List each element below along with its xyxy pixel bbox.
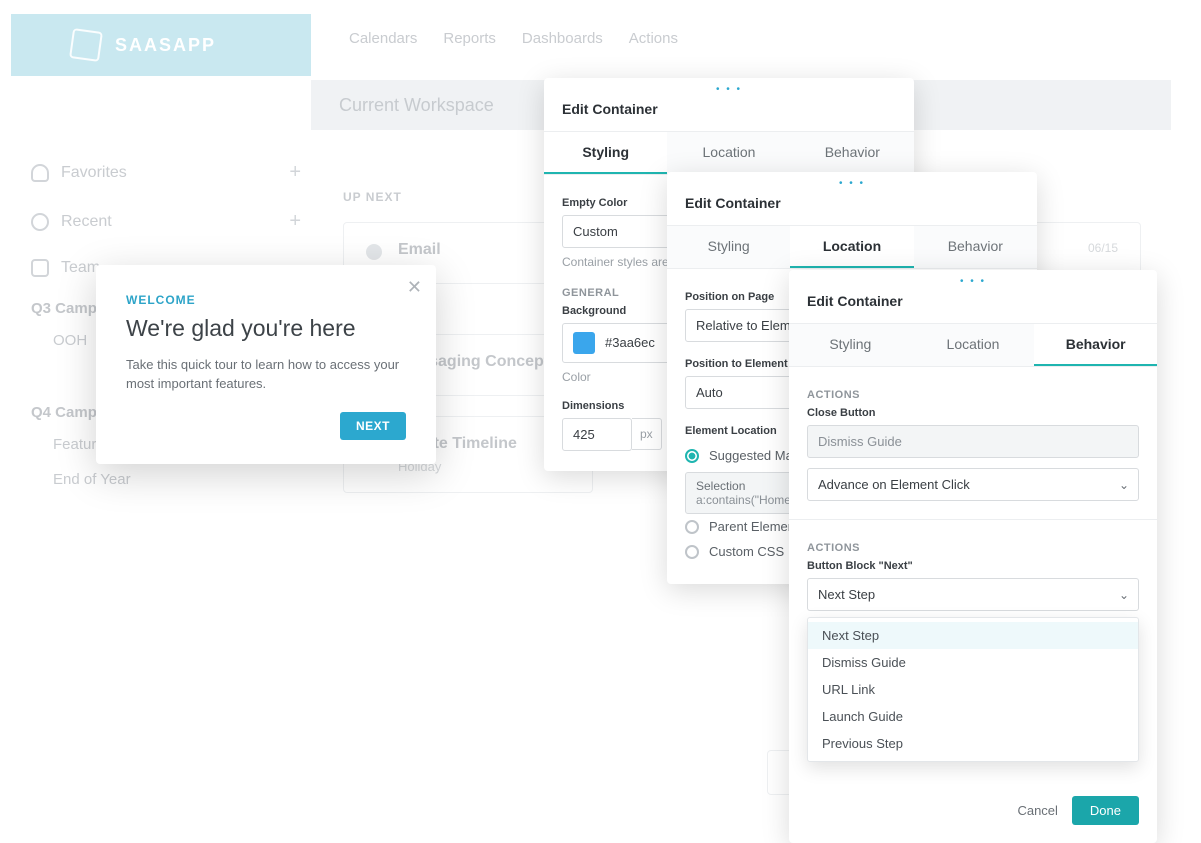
dropdown-item[interactable]: URL Link	[808, 676, 1138, 703]
dropdown-item[interactable]: Launch Guide	[808, 703, 1138, 730]
tab-behavior[interactable]: Behavior	[791, 132, 914, 174]
dropdown-item[interactable]: Next Step	[808, 622, 1138, 649]
drag-handle-icon[interactable]: • • •	[667, 172, 1037, 191]
tab-styling[interactable]: Styling	[667, 226, 790, 268]
color-swatch-icon[interactable]	[573, 332, 595, 354]
sidebar-favorites-label: Favorites	[61, 164, 127, 182]
heart-icon	[31, 164, 49, 182]
cancel-button[interactable]: Cancel	[1017, 803, 1057, 818]
sidebar-recent-label: Recent	[61, 213, 112, 231]
nav-reports[interactable]: Reports	[443, 30, 496, 47]
plus-icon[interactable]: +	[289, 161, 301, 184]
tab-location[interactable]: Location	[667, 132, 790, 174]
status-dot-icon	[366, 244, 382, 260]
section-actions: ACTIONS	[807, 542, 1139, 554]
close-button-label: Close Button	[807, 407, 1139, 419]
tab-location[interactable]: Location	[790, 226, 913, 268]
drag-handle-icon[interactable]: • • •	[789, 270, 1157, 289]
panel-title: Edit Container	[667, 191, 1037, 225]
dropdown-item[interactable]: Dismiss Guide	[808, 649, 1138, 676]
panel-title: Edit Container	[789, 289, 1157, 323]
close-button-value[interactable]	[807, 425, 1139, 458]
drag-handle-icon[interactable]: • • •	[544, 78, 914, 97]
logo-icon	[69, 28, 103, 62]
top-nav: Calendars Reports Dashboards Actions	[349, 30, 678, 47]
close-icon[interactable]: ✕	[407, 277, 422, 298]
button-block-label: Button Block "Next"	[807, 560, 1139, 572]
tab-behavior[interactable]: Behavior	[1034, 324, 1157, 366]
sidebar-team-label: Team	[61, 259, 100, 277]
edit-container-panel-behavior: • • • Edit Container Styling Location Be…	[789, 270, 1157, 843]
nav-actions[interactable]: Actions	[629, 30, 678, 47]
logo-bar: SAASAPP	[11, 14, 311, 76]
background-value: #3aa6ec	[605, 335, 655, 350]
team-icon	[31, 259, 49, 277]
plus-icon[interactable]: +	[289, 210, 301, 233]
radio-icon	[685, 545, 699, 559]
section-actions: ACTIONS	[807, 389, 1139, 401]
next-button[interactable]: NEXT	[340, 412, 406, 440]
radio-icon	[685, 520, 699, 534]
welcome-eyebrow: WELCOME	[126, 293, 406, 307]
sidebar-favorites[interactable]: Favorites +	[31, 148, 301, 197]
advance-select[interactable]	[807, 468, 1139, 501]
nav-dashboards[interactable]: Dashboards	[522, 30, 603, 47]
dropdown-item[interactable]: Previous Step	[808, 730, 1138, 757]
welcome-title: We're glad you're here	[126, 315, 406, 342]
card-date: 06/15	[1088, 241, 1118, 255]
workspace-label: Current Workspace	[339, 95, 494, 116]
tab-styling[interactable]: Styling	[544, 132, 667, 174]
welcome-body: Take this quick tour to learn how to acc…	[126, 356, 406, 394]
clock-icon	[31, 213, 49, 231]
nav-calendars[interactable]: Calendars	[349, 30, 417, 47]
logo-text: SAASAPP	[115, 35, 216, 56]
width-input[interactable]	[562, 418, 632, 451]
radio-label: Parent Element	[709, 519, 799, 534]
done-button[interactable]: Done	[1072, 796, 1139, 825]
tab-location[interactable]: Location	[912, 324, 1035, 366]
tab-behavior[interactable]: Behavior	[914, 226, 1037, 268]
radio-label: Custom CSS	[709, 544, 784, 559]
radio-icon	[685, 449, 699, 463]
panel-title: Edit Container	[544, 97, 914, 131]
tab-styling[interactable]: Styling	[789, 324, 912, 366]
button-block-select[interactable]	[807, 578, 1139, 611]
unit-label: px	[632, 418, 662, 450]
welcome-tooltip: ✕ WELCOME We're glad you're here Take th…	[96, 265, 436, 464]
action-dropdown: Next Step Dismiss Guide URL Link Launch …	[807, 617, 1139, 762]
sidebar-recent[interactable]: Recent +	[31, 197, 301, 246]
sidebar-item[interactable]: End of Year	[31, 462, 301, 497]
